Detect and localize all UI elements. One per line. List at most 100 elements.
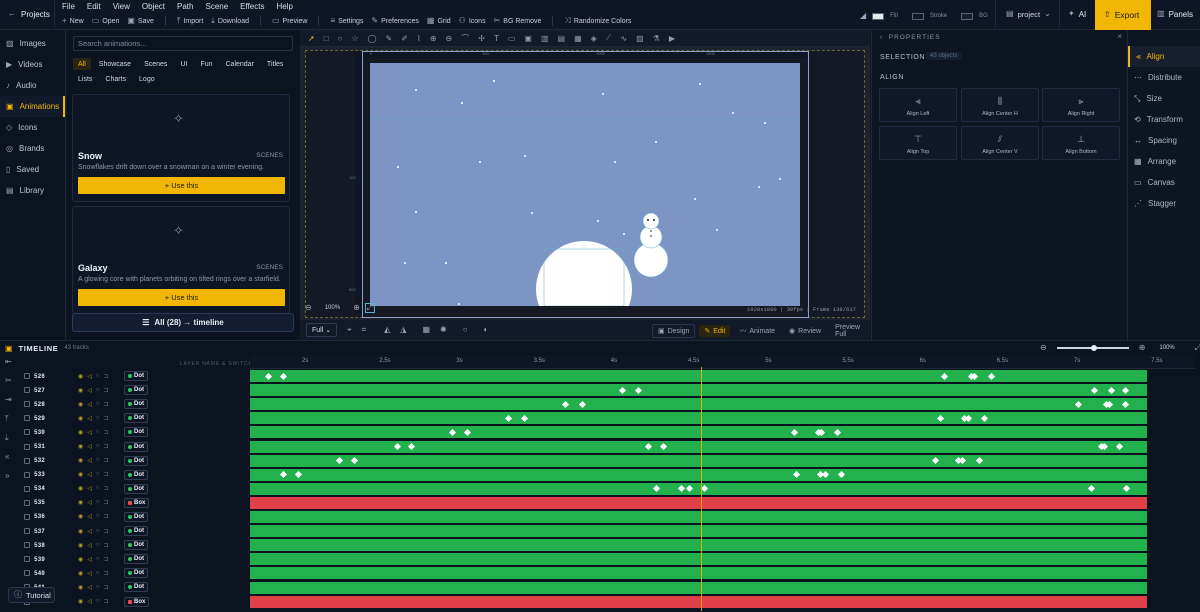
track-bar[interactable] — [250, 525, 1147, 538]
text-tool-icon[interactable]: T — [494, 34, 499, 43]
keyframe-marker[interactable] — [685, 485, 694, 493]
close-icon[interactable]: × — [1117, 32, 1122, 41]
speaker-icon[interactable]: ◁ — [87, 387, 92, 394]
track-row[interactable]: 527 ◉ ◁ ○ ⊐ Dot — [18, 383, 250, 397]
rectangle-tool-icon[interactable]: □ — [324, 34, 329, 43]
track-row[interactable]: 526 ◉ ◁ ○ ⊐ Dot — [18, 369, 250, 383]
animation-card-galaxy[interactable]: ✧ Galaxy SCENES A glowing core with plan… — [72, 206, 290, 314]
keyframe-marker[interactable] — [833, 428, 842, 436]
solo-icon[interactable]: ○ — [96, 387, 100, 394]
track-checkbox[interactable] — [24, 429, 30, 436]
keyframe-marker[interactable] — [407, 442, 416, 451]
cut-icon[interactable]: ✂ — [0, 376, 18, 395]
keyframe-marker[interactable] — [350, 457, 359, 465]
speaker-icon[interactable]: ◁ — [87, 401, 92, 408]
keyframe-marker[interactable] — [1074, 400, 1083, 408]
keyframe-marker[interactable] — [561, 400, 570, 408]
keyframe-marker[interactable] — [659, 442, 668, 451]
bg-remove-button[interactable]: ✂ BG Remove — [494, 17, 542, 25]
nav-brands[interactable]: ◎ Brands — [0, 138, 65, 159]
nav-videos[interactable]: ▶ Videos — [0, 54, 65, 75]
video-tool-icon[interactable]: ▶ — [669, 34, 675, 43]
textbox-tool-icon[interactable]: ▭ — [508, 34, 516, 43]
solo-icon[interactable]: ○ — [96, 528, 100, 535]
speaker-icon[interactable]: ◁ — [87, 415, 92, 422]
keyframe-marker[interactable] — [987, 372, 996, 380]
track-row[interactable]: 535 ◉ ◁ ○ ⊐ Box — [18, 496, 250, 510]
all-to-timeline-button[interactable]: ☰ All (28) → timeline — [72, 313, 294, 332]
lock-icon[interactable]: ⊐ — [104, 513, 109, 520]
star-tool-icon[interactable]: ☆ — [351, 34, 358, 43]
track-checkbox[interactable] — [24, 513, 30, 520]
export-button[interactable]: ⇧ Export — [1095, 0, 1151, 30]
track-bar[interactable] — [250, 553, 1147, 566]
frame-tool-icon[interactable]: ▣ — [524, 34, 532, 43]
circle-icon[interactable]: ○ — [463, 326, 468, 334]
track-bar[interactable] — [250, 581, 1147, 594]
lock-icon[interactable]: ⊐ — [104, 570, 109, 577]
zoom-out-icon[interactable]: ⊖ — [1040, 344, 1047, 352]
shapes-icon[interactable]: ◈ — [591, 34, 597, 43]
use-this-button[interactable]: + Use this — [78, 177, 285, 194]
grid-button[interactable]: ▦ Grid — [427, 17, 451, 25]
download-button[interactable]: ⤓ Download — [211, 17, 249, 25]
keyframe-marker[interactable] — [1115, 442, 1124, 451]
solo-icon[interactable]: ○ — [96, 584, 100, 591]
track-row[interactable]: 539 ◉ ◁ ○ ⊐ Dot — [18, 552, 250, 566]
speaker-icon[interactable]: ◁ — [87, 598, 92, 605]
mode-edit[interactable]: ✎ Edit — [699, 325, 731, 337]
lock-icon[interactable]: ⊐ — [104, 373, 109, 380]
tab-size[interactable]: ⤡ Size — [1128, 88, 1200, 109]
lock-icon[interactable]: ⊐ — [104, 429, 109, 436]
tab-transform[interactable]: ⟲ Transform — [1128, 109, 1200, 130]
speaker-icon[interactable]: ◁ — [87, 542, 92, 549]
keyframe-marker[interactable] — [970, 372, 979, 380]
zoom-out-icon[interactable]: ⊖ — [305, 304, 312, 312]
preferences-button[interactable]: ✎ Preferences — [371, 17, 418, 25]
ai-button[interactable]: ✦ AI — [1059, 0, 1095, 28]
keyframe-marker[interactable] — [790, 428, 799, 436]
track-row[interactable]: 530 ◉ ◁ ○ ⊐ Dot — [18, 425, 250, 439]
flip-v-icon[interactable]: ◮ — [400, 326, 406, 334]
align-center-h-button[interactable]: ⫼ Align Center H — [961, 88, 1039, 122]
track-row[interactable]: 534 ◉ ◁ ○ ⊐ Dot — [18, 482, 250, 496]
node-tool-icon[interactable]: ✢ — [478, 34, 485, 43]
nav-saved[interactable]: ▯ Saved — [0, 159, 65, 180]
keyframe-marker[interactable] — [821, 471, 830, 479]
lock-icon[interactable]: ⊐ — [104, 401, 109, 408]
track-checkbox[interactable] — [24, 556, 30, 563]
keyframe-marker[interactable] — [1107, 386, 1116, 394]
solo-icon[interactable]: ○ — [96, 542, 100, 549]
filter-logo[interactable]: Logo — [134, 73, 160, 85]
solo-icon[interactable]: ○ — [96, 499, 100, 506]
lock-icon[interactable]: ⊐ — [104, 556, 109, 563]
track-checkbox[interactable] — [24, 401, 30, 408]
keyframe-marker[interactable] — [264, 372, 273, 380]
speaker-icon[interactable]: ◁ — [87, 570, 92, 577]
track-bar[interactable] — [250, 454, 1147, 467]
lock-icon[interactable]: ⊐ — [104, 387, 109, 394]
filter-scenes[interactable]: Scenes — [139, 58, 172, 70]
keyframe-marker[interactable] — [1087, 485, 1096, 493]
playhead[interactable] — [701, 367, 702, 611]
keyframe-marker[interactable] — [931, 457, 940, 465]
track-bar[interactable] — [250, 482, 1147, 495]
lock-icon[interactable]: ⊐ — [104, 542, 109, 549]
track-row[interactable]: 528 ◉ ◁ ○ ⊐ Dot — [18, 397, 250, 411]
keyframe-marker[interactable] — [634, 386, 643, 394]
speaker-icon[interactable]: ◁ — [87, 513, 92, 520]
speaker-icon[interactable]: ◁ — [87, 429, 92, 436]
layout-icon[interactable]: ▦ — [574, 34, 582, 43]
fill-swatch[interactable] — [872, 12, 885, 20]
speaker-icon[interactable]: ◁ — [87, 584, 92, 591]
filter-all[interactable]: All — [73, 58, 91, 70]
menu-help[interactable]: Help — [276, 2, 292, 11]
fit-icon[interactable]: ⤢ — [364, 303, 376, 313]
track-row[interactable]: 538 ◉ ◁ ○ ⊐ Dot — [18, 538, 250, 552]
eye-icon[interactable]: ◉ — [78, 401, 83, 408]
track-checkbox[interactable] — [24, 415, 30, 422]
keyframe-marker[interactable] — [578, 400, 587, 408]
tool-icon[interactable]: ⌖ — [347, 326, 352, 334]
pen-tool-icon[interactable]: ✎ — [386, 34, 393, 43]
solo-icon[interactable]: ○ — [96, 457, 100, 464]
